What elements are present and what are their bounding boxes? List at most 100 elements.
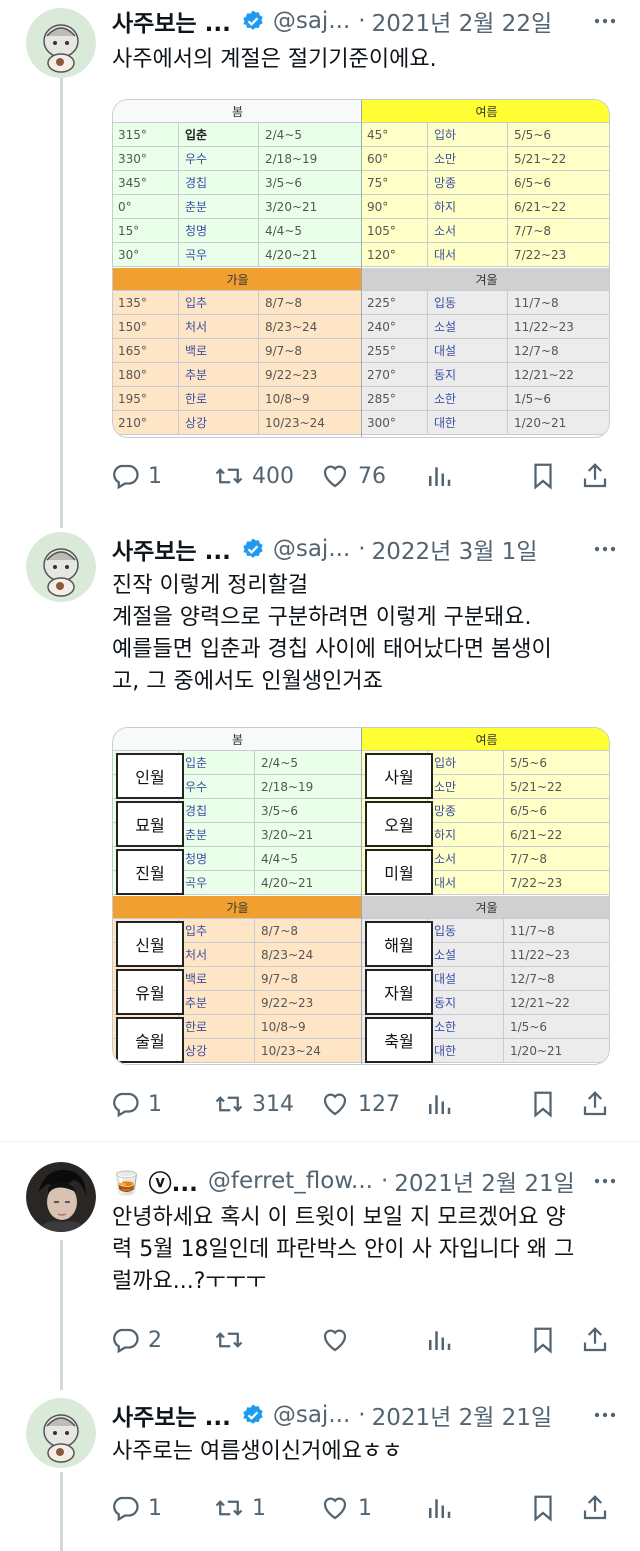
tweet[interactable]: 🥃 ⓥ... @ferret_flow... · 2021년 2월 21일 안녕… xyxy=(0,1142,640,1382)
tweet-text-line: 럴까요...?ㅜㅜㅜ xyxy=(112,1269,267,1294)
avatar[interactable] xyxy=(26,532,96,602)
solar-term-cell: 경칩 xyxy=(179,171,259,194)
solar-term-cell: 동지 xyxy=(428,991,504,1014)
display-name[interactable]: 사주보는 ... xyxy=(112,1398,231,1432)
share-button[interactable] xyxy=(580,1488,610,1528)
reply-button[interactable]: 1 xyxy=(110,456,162,496)
solar-term-cell: 백로 xyxy=(179,339,259,362)
solar-term-cell: 청명 xyxy=(179,219,259,242)
display-name[interactable]: 🥃 ⓥ... xyxy=(112,1164,198,1198)
season-table-image[interactable]: 봄 315° 입춘 2/4~5 330° 우수 2/18~19 345° 경칩 3/5~6 0° 춘분… xyxy=(112,99,610,438)
avatar[interactable] xyxy=(26,1398,96,1468)
bookmark-button[interactable] xyxy=(528,1320,558,1360)
solar-term-cell: 소만 xyxy=(428,147,508,170)
table-row: 345° 경칩 3/5~6 xyxy=(113,171,362,195)
season-month-table-image[interactable]: 봄 입춘 2/4~5 우수 2/18~19 경칩 3/5~6 춘분 3/20~21 청명 4/4~5… xyxy=(112,727,610,1065)
timestamp[interactable]: 2022년 3월 1일 xyxy=(372,532,538,566)
bookmark-button[interactable] xyxy=(528,456,558,496)
solar-term-cell: 상강 xyxy=(179,411,259,434)
retweet-count: 314 xyxy=(252,1091,294,1117)
solar-term-cell: 추분 xyxy=(179,363,259,386)
retweet-button[interactable]: 400 xyxy=(214,456,294,496)
like-button[interactable]: 76 xyxy=(320,456,386,496)
like-button[interactable]: 1 xyxy=(320,1488,372,1528)
bookmark-icon xyxy=(534,1091,552,1118)
date-range-cell: 10/8~9 xyxy=(265,391,310,406)
share-button[interactable] xyxy=(580,456,610,496)
more-icon[interactable] xyxy=(590,532,620,566)
retweet-button[interactable]: 314 xyxy=(214,1084,294,1124)
share-button[interactable] xyxy=(580,1084,610,1124)
tweet[interactable]: 사주보는 ... @saj... · 2021년 2월 22일 사주에서의 계절… xyxy=(0,0,640,520)
more-icon[interactable] xyxy=(590,1164,620,1198)
retweet-button[interactable]: 1 xyxy=(214,1488,266,1528)
reply-button[interactable]: 1 xyxy=(110,1488,162,1528)
date-range-cell: 2/18~19 xyxy=(261,779,314,794)
bookmark-button[interactable] xyxy=(528,1084,558,1124)
separator: · xyxy=(380,1168,389,1194)
solar-term-cell: 입하 xyxy=(428,123,508,146)
reply-button[interactable]: 2 xyxy=(110,1320,162,1360)
date-range-cell: 5/5~6 xyxy=(510,755,548,770)
share-icon xyxy=(583,463,607,488)
views-button[interactable] xyxy=(424,456,454,496)
reply-icon xyxy=(113,464,139,490)
display-name[interactable]: 사주보는 ... xyxy=(112,4,231,38)
solar-term-cell: 망종 xyxy=(428,171,508,194)
date-range-cell: 5/21~22 xyxy=(510,779,563,794)
tweet[interactable]: 사주보는 ... @saj... · 2021년 2월 21일 사주로는 여름생… xyxy=(0,1382,640,1551)
share-button[interactable] xyxy=(580,1320,610,1360)
timestamp[interactable]: 2021년 2월 21일 xyxy=(394,1164,575,1198)
reply-count: 1 xyxy=(148,463,162,489)
date-range-cell: 8/23~24 xyxy=(261,947,314,962)
timestamp[interactable]: 2021년 2월 22일 xyxy=(372,4,553,38)
separator: · xyxy=(358,1402,366,1428)
views-button[interactable] xyxy=(424,1488,454,1528)
more-icon[interactable] xyxy=(590,1398,620,1432)
solar-term-cell: 입동 xyxy=(428,919,504,942)
views-icon xyxy=(429,1331,451,1350)
timestamp[interactable]: 2021년 2월 21일 xyxy=(372,1398,553,1432)
tweet-text: 사주로는 여름생이신거에요ㅎㅎ xyxy=(112,1436,612,1468)
like-button[interactable]: 127 xyxy=(320,1084,400,1124)
like-button[interactable] xyxy=(320,1320,358,1360)
date-range-cell: 6/21~22 xyxy=(510,827,563,842)
month-box: 축월 xyxy=(365,1017,433,1063)
tweet[interactable]: 사주보는 ... @saj... · 2022년 3월 1일 진작 이렇게 정리… xyxy=(0,520,640,1140)
views-button[interactable] xyxy=(424,1320,454,1360)
tweet-header: 🥃 ⓥ... @ferret_flow... · 2021년 2월 21일 xyxy=(112,1164,620,1198)
date-range-cell: 7/22~23 xyxy=(510,875,563,890)
handle[interactable]: @saj... xyxy=(273,536,350,562)
reply-count: 1 xyxy=(148,1091,162,1117)
tweet-text-line: 사주로는 여름생이신거에요ㅎㅎ xyxy=(112,1439,403,1464)
views-button[interactable] xyxy=(424,1084,454,1124)
more-icon[interactable] xyxy=(590,4,620,38)
solar-longitude-cell: 345° xyxy=(113,171,179,194)
date-range-cell: 7/7~8 xyxy=(514,223,552,238)
handle[interactable]: @ferret_flow... xyxy=(208,1168,373,1194)
display-name[interactable]: 사주보는 ... xyxy=(112,532,231,566)
handle[interactable]: @saj... xyxy=(273,1402,350,1428)
avatar[interactable] xyxy=(26,1162,96,1232)
month-box: 사월 xyxy=(365,753,433,799)
retweet-button[interactable] xyxy=(214,1320,252,1360)
date-range-cell: 11/7~8 xyxy=(514,295,559,310)
season-quadrant-spring: 봄 입춘 2/4~5 우수 2/18~19 경칩 3/5~6 춘분 3/20~21 청명 4/4~5… xyxy=(113,728,362,895)
solar-term-cell: 입동 xyxy=(428,291,508,314)
solar-term-cell: 망종 xyxy=(428,799,504,822)
solar-term-cell: 경칩 xyxy=(179,799,255,822)
date-range-cell: 11/7~8 xyxy=(510,923,555,938)
table-row: 135° 입추 8/7~8 xyxy=(113,291,362,315)
bookmark-button[interactable] xyxy=(528,1488,558,1528)
separator: · xyxy=(358,8,366,34)
month-box: 오월 xyxy=(365,801,433,847)
reply-button[interactable]: 1 xyxy=(110,1084,162,1124)
season-quadrant-summer: 여름 입하 5/5~6 소만 5/21~22 망종 6/5~6 하지 6/21~22 소서 7/7~… xyxy=(362,728,609,895)
solar-term-cell: 소서 xyxy=(428,847,504,870)
month-box: 신월 xyxy=(116,921,184,967)
avatar[interactable] xyxy=(26,8,96,78)
retweet-icon xyxy=(215,1332,243,1348)
handle[interactable]: @saj... xyxy=(273,8,350,34)
tweet-text-line: 고, 그 중에서도 인월생인거죠 xyxy=(112,669,383,694)
like-count: 76 xyxy=(358,463,386,489)
